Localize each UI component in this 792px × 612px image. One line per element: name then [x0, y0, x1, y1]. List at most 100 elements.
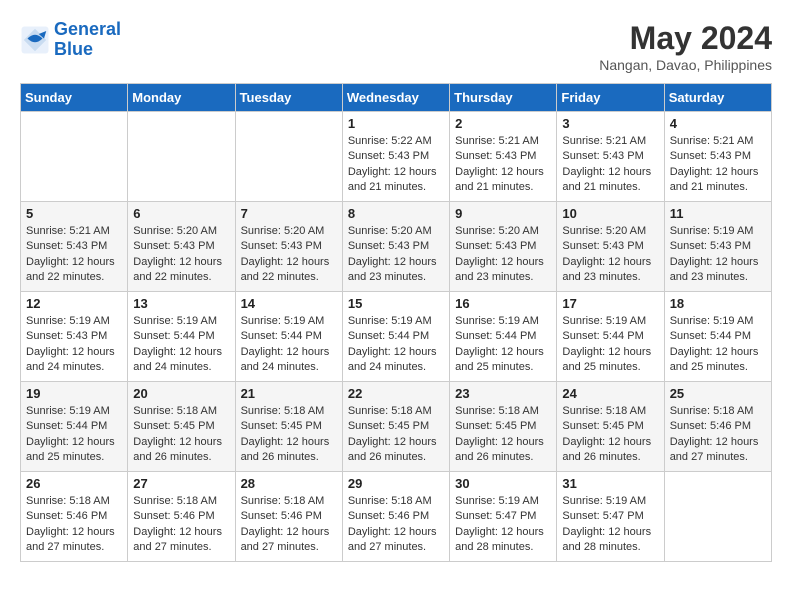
day-cell: 25 Sunrise: 5:18 AM Sunset: 5:46 PM Dayli… — [664, 382, 771, 472]
day-cell: 13Sunrise: 5:19 AM Sunset: 5:44 PM Dayli… — [128, 292, 235, 382]
day-cell — [128, 112, 235, 202]
day-info: Sunrise: 5:18 AM Sunset: 5:46 PM Dayligh… — [348, 494, 444, 556]
day-info: Sunrise: 5:19 AM Sunset: 5:43 PM Dayligh… — [26, 314, 122, 376]
day-info: Sunrise: 5:18 AM Sunset: 5:45 PM Dayligh… — [455, 404, 551, 466]
day-header-monday: Monday — [128, 84, 235, 112]
day-info: Sunrise: 5:18 AM Sunset: 5:46 PM Dayligh… — [241, 494, 337, 556]
day-cell: 11 Sunrise: 5:19 AM Sunset: 5:43 PM Dayli… — [664, 202, 771, 292]
day-cell: 22 Sunrise: 5:18 AM Sunset: 5:45 PM Dayli… — [342, 382, 449, 472]
day-cell: 2Sunrise: 5:21 AM Sunset: 5:43 PM Daylig… — [450, 112, 557, 202]
day-info: Sunrise: 5:20 AM Sunset: 5:43 PM Dayligh… — [133, 224, 229, 286]
day-number: 7 — [241, 206, 337, 221]
day-number: 17 — [562, 296, 658, 311]
day-number: 15 — [348, 296, 444, 311]
day-number: 2 — [455, 116, 551, 131]
day-cell: 18 Sunrise: 5:19 AM Sunset: 5:44 PM Dayli… — [664, 292, 771, 382]
day-number: 31 — [562, 476, 658, 491]
day-header-saturday: Saturday — [664, 84, 771, 112]
day-number: 11 — [670, 206, 766, 221]
day-info: Sunrise: 5:21 AM Sunset: 5:43 PM Dayligh… — [670, 134, 766, 196]
day-number: 26 — [26, 476, 122, 491]
day-number: 23 — [455, 386, 551, 401]
day-info: Sunrise: 5:19 AM Sunset: 5:44 PM Dayligh… — [26, 404, 122, 466]
day-cell: 8 Sunrise: 5:20 AM Sunset: 5:43 PM Daylig… — [342, 202, 449, 292]
day-info: Sunrise: 5:20 AM Sunset: 5:43 PM Dayligh… — [455, 224, 551, 286]
day-info: Sunrise: 5:18 AM Sunset: 5:46 PM Dayligh… — [133, 494, 229, 556]
day-number: 3 — [562, 116, 658, 131]
day-number: 21 — [241, 386, 337, 401]
week-row-3: 12Sunrise: 5:19 AM Sunset: 5:43 PM Dayli… — [21, 292, 772, 382]
day-info: Sunrise: 5:22 AM Sunset: 5:43 PM Dayligh… — [348, 134, 444, 196]
logo-text: General Blue — [54, 20, 121, 60]
day-cell: 31 Sunrise: 5:19 AM Sunset: 5:47 PM Dayli… — [557, 472, 664, 562]
day-number: 22 — [348, 386, 444, 401]
day-cell: 4Sunrise: 5:21 AM Sunset: 5:43 PM Daylig… — [664, 112, 771, 202]
day-cell: 19Sunrise: 5:19 AM Sunset: 5:44 PM Dayli… — [21, 382, 128, 472]
day-number: 25 — [670, 386, 766, 401]
day-number: 30 — [455, 476, 551, 491]
day-info: Sunrise: 5:19 AM Sunset: 5:44 PM Dayligh… — [670, 314, 766, 376]
month-title: May 2024 — [599, 20, 772, 57]
day-info: Sunrise: 5:21 AM Sunset: 5:43 PM Dayligh… — [562, 134, 658, 196]
day-number: 29 — [348, 476, 444, 491]
day-number: 1 — [348, 116, 444, 131]
day-info: Sunrise: 5:19 AM Sunset: 5:44 PM Dayligh… — [241, 314, 337, 376]
day-cell — [21, 112, 128, 202]
day-header-tuesday: Tuesday — [235, 84, 342, 112]
day-info: Sunrise: 5:18 AM Sunset: 5:45 PM Dayligh… — [241, 404, 337, 466]
day-info: Sunrise: 5:19 AM Sunset: 5:47 PM Dayligh… — [455, 494, 551, 556]
day-cell: 10Sunrise: 5:20 AM Sunset: 5:43 PM Dayli… — [557, 202, 664, 292]
day-cell: 7 Sunrise: 5:20 AM Sunset: 5:43 PM Daylig… — [235, 202, 342, 292]
day-cell: 1 Sunrise: 5:22 AM Sunset: 5:43 PM Daylig… — [342, 112, 449, 202]
day-number: 16 — [455, 296, 551, 311]
day-info: Sunrise: 5:18 AM Sunset: 5:46 PM Dayligh… — [26, 494, 122, 556]
day-number: 8 — [348, 206, 444, 221]
day-cell: 17 Sunrise: 5:19 AM Sunset: 5:44 PM Dayli… — [557, 292, 664, 382]
week-row-2: 5Sunrise: 5:21 AM Sunset: 5:43 PM Daylig… — [21, 202, 772, 292]
day-number: 14 — [241, 296, 337, 311]
day-header-thursday: Thursday — [450, 84, 557, 112]
day-info: Sunrise: 5:20 AM Sunset: 5:43 PM Dayligh… — [241, 224, 337, 286]
day-cell: 12Sunrise: 5:19 AM Sunset: 5:43 PM Dayli… — [21, 292, 128, 382]
day-info: Sunrise: 5:20 AM Sunset: 5:43 PM Dayligh… — [562, 224, 658, 286]
day-cell: 24 Sunrise: 5:18 AM Sunset: 5:45 PM Dayli… — [557, 382, 664, 472]
day-info: Sunrise: 5:19 AM Sunset: 5:47 PM Dayligh… — [562, 494, 658, 556]
day-cell: 16Sunrise: 5:19 AM Sunset: 5:44 PM Dayli… — [450, 292, 557, 382]
day-info: Sunrise: 5:21 AM Sunset: 5:43 PM Dayligh… — [26, 224, 122, 286]
day-number: 27 — [133, 476, 229, 491]
logo-line2: Blue — [54, 39, 93, 59]
day-cell: 9 Sunrise: 5:20 AM Sunset: 5:43 PM Daylig… — [450, 202, 557, 292]
day-header-sunday: Sunday — [21, 84, 128, 112]
day-cell: 5Sunrise: 5:21 AM Sunset: 5:43 PM Daylig… — [21, 202, 128, 292]
day-cell: 27 Sunrise: 5:18 AM Sunset: 5:46 PM Dayli… — [128, 472, 235, 562]
day-cell: 29 Sunrise: 5:18 AM Sunset: 5:46 PM Dayli… — [342, 472, 449, 562]
day-number: 9 — [455, 206, 551, 221]
day-cell: 3 Sunrise: 5:21 AM Sunset: 5:43 PM Daylig… — [557, 112, 664, 202]
day-info: Sunrise: 5:18 AM Sunset: 5:46 PM Dayligh… — [670, 404, 766, 466]
day-info: Sunrise: 5:18 AM Sunset: 5:45 PM Dayligh… — [562, 404, 658, 466]
day-cell: 26 Sunrise: 5:18 AM Sunset: 5:46 PM Dayli… — [21, 472, 128, 562]
day-header-friday: Friday — [557, 84, 664, 112]
day-info: Sunrise: 5:18 AM Sunset: 5:45 PM Dayligh… — [133, 404, 229, 466]
day-info: Sunrise: 5:20 AM Sunset: 5:43 PM Dayligh… — [348, 224, 444, 286]
week-row-1: 1 Sunrise: 5:22 AM Sunset: 5:43 PM Daylig… — [21, 112, 772, 202]
logo-line1: General — [54, 19, 121, 39]
day-number: 20 — [133, 386, 229, 401]
day-number: 18 — [670, 296, 766, 311]
title-block: May 2024 Nangan, Davao, Philippines — [599, 20, 772, 73]
day-header-wednesday: Wednesday — [342, 84, 449, 112]
day-info: Sunrise: 5:19 AM Sunset: 5:43 PM Dayligh… — [670, 224, 766, 286]
week-row-4: 19Sunrise: 5:19 AM Sunset: 5:44 PM Dayli… — [21, 382, 772, 472]
day-number: 24 — [562, 386, 658, 401]
day-info: Sunrise: 5:19 AM Sunset: 5:44 PM Dayligh… — [348, 314, 444, 376]
day-cell: 28Sunrise: 5:18 AM Sunset: 5:46 PM Dayli… — [235, 472, 342, 562]
day-number: 13 — [133, 296, 229, 311]
calendar-table: SundayMondayTuesdayWednesdayThursdayFrid… — [20, 83, 772, 562]
day-cell: 14 Sunrise: 5:19 AM Sunset: 5:44 PM Dayli… — [235, 292, 342, 382]
day-cell — [235, 112, 342, 202]
day-info: Sunrise: 5:18 AM Sunset: 5:45 PM Dayligh… — [348, 404, 444, 466]
day-cell: 6Sunrise: 5:20 AM Sunset: 5:43 PM Daylig… — [128, 202, 235, 292]
day-cell: 20 Sunrise: 5:18 AM Sunset: 5:45 PM Dayli… — [128, 382, 235, 472]
day-info: Sunrise: 5:19 AM Sunset: 5:44 PM Dayligh… — [562, 314, 658, 376]
logo-icon — [20, 25, 50, 55]
